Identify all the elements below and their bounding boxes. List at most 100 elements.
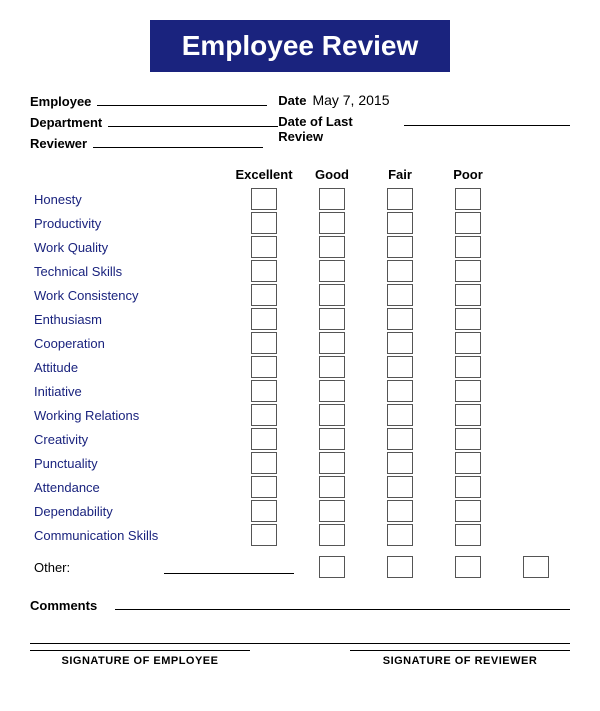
work-consistency-poor-checkbox[interactable] (455, 284, 481, 306)
attendance-poor-cell (434, 476, 502, 498)
honesty-fair-checkbox[interactable] (387, 188, 413, 210)
department-input[interactable] (108, 113, 278, 127)
initiative-excellent-checkbox[interactable] (251, 380, 277, 402)
creativity-fair-checkbox[interactable] (387, 428, 413, 450)
attitude-fair-checkbox[interactable] (387, 356, 413, 378)
attitude-good-cell (298, 356, 366, 378)
other-fair-checkbox[interactable] (455, 556, 481, 578)
initiative-excellent-cell (230, 380, 298, 402)
table-row: Creativity (30, 428, 570, 450)
communication-skills-poor-checkbox[interactable] (455, 524, 481, 546)
other-input[interactable] (164, 560, 294, 574)
productivity-poor-checkbox[interactable] (455, 212, 481, 234)
work-consistency-excellent-checkbox[interactable] (251, 284, 277, 306)
punctuality-excellent-cell (230, 452, 298, 474)
cooperation-poor-checkbox[interactable] (455, 332, 481, 354)
col-good: Good (298, 167, 366, 182)
working-relations-fair-checkbox[interactable] (387, 404, 413, 426)
row-label: Creativity (30, 432, 230, 447)
punctuality-fair-checkbox[interactable] (387, 452, 413, 474)
working-relations-excellent-cell (230, 404, 298, 426)
dependability-good-checkbox[interactable] (319, 500, 345, 522)
signatures: SIGNATURE OF EMPLOYEE SIGNATURE OF REVIE… (30, 643, 570, 667)
work-quality-poor-cell (434, 236, 502, 258)
last-review-input[interactable] (404, 112, 570, 126)
work-consistency-good-checkbox[interactable] (319, 284, 345, 306)
productivity-excellent-checkbox[interactable] (251, 212, 277, 234)
enthusiasm-poor-checkbox[interactable] (455, 308, 481, 330)
attendance-fair-cell (366, 476, 434, 498)
productivity-good-checkbox[interactable] (319, 212, 345, 234)
technical-skills-poor-checkbox[interactable] (455, 260, 481, 282)
table-row: Technical Skills (30, 260, 570, 282)
productivity-fair-checkbox[interactable] (387, 212, 413, 234)
reviewer-input[interactable] (93, 134, 263, 148)
enthusiasm-fair-checkbox[interactable] (387, 308, 413, 330)
other-good-checkbox[interactable] (387, 556, 413, 578)
row-label: Attitude (30, 360, 230, 375)
technical-skills-good-checkbox[interactable] (319, 260, 345, 282)
dependability-fair-cell (366, 500, 434, 522)
other-fair-cell (434, 556, 502, 578)
honesty-poor-checkbox[interactable] (455, 188, 481, 210)
work-consistency-excellent-cell (230, 284, 298, 306)
other-poor-checkbox[interactable] (523, 556, 549, 578)
honesty-excellent-checkbox[interactable] (251, 188, 277, 210)
enthusiasm-good-checkbox[interactable] (319, 308, 345, 330)
dependability-fair-checkbox[interactable] (387, 500, 413, 522)
page-title: Employee Review (150, 20, 450, 72)
punctuality-poor-checkbox[interactable] (455, 452, 481, 474)
initiative-fair-checkbox[interactable] (387, 380, 413, 402)
work-quality-excellent-cell (230, 236, 298, 258)
enthusiasm-excellent-checkbox[interactable] (251, 308, 277, 330)
other-excellent-checkbox[interactable] (319, 556, 345, 578)
attendance-fair-checkbox[interactable] (387, 476, 413, 498)
technical-skills-fair-checkbox[interactable] (387, 260, 413, 282)
cooperation-good-checkbox[interactable] (319, 332, 345, 354)
communication-skills-fair-checkbox[interactable] (387, 524, 413, 546)
comments-input[interactable] (115, 596, 570, 610)
communication-skills-good-checkbox[interactable] (319, 524, 345, 546)
work-quality-fair-checkbox[interactable] (387, 236, 413, 258)
punctuality-good-checkbox[interactable] (319, 452, 345, 474)
honesty-good-cell (298, 188, 366, 210)
cooperation-poor-cell (434, 332, 502, 354)
punctuality-excellent-checkbox[interactable] (251, 452, 277, 474)
date-field: Date May 7, 2015 (278, 92, 389, 108)
work-quality-good-checkbox[interactable] (319, 236, 345, 258)
attendance-poor-checkbox[interactable] (455, 476, 481, 498)
attitude-poor-checkbox[interactable] (455, 356, 481, 378)
creativity-poor-checkbox[interactable] (455, 428, 481, 450)
creativity-excellent-checkbox[interactable] (251, 428, 277, 450)
communication-skills-excellent-checkbox[interactable] (251, 524, 277, 546)
creativity-good-checkbox[interactable] (319, 428, 345, 450)
cooperation-fair-checkbox[interactable] (387, 332, 413, 354)
attendance-good-checkbox[interactable] (319, 476, 345, 498)
work-quality-excellent-checkbox[interactable] (251, 236, 277, 258)
dependability-poor-cell (434, 500, 502, 522)
productivity-excellent-cell (230, 212, 298, 234)
attendance-excellent-checkbox[interactable] (251, 476, 277, 498)
work-consistency-fair-checkbox[interactable] (387, 284, 413, 306)
initiative-good-checkbox[interactable] (319, 380, 345, 402)
working-relations-poor-checkbox[interactable] (455, 404, 481, 426)
technical-skills-fair-cell (366, 260, 434, 282)
work-quality-poor-checkbox[interactable] (455, 236, 481, 258)
creativity-good-cell (298, 428, 366, 450)
initiative-poor-checkbox[interactable] (455, 380, 481, 402)
attitude-excellent-checkbox[interactable] (251, 356, 277, 378)
attitude-good-checkbox[interactable] (319, 356, 345, 378)
table-row: Work Consistency (30, 284, 570, 306)
table-row: Initiative (30, 380, 570, 402)
honesty-good-checkbox[interactable] (319, 188, 345, 210)
cooperation-excellent-checkbox[interactable] (251, 332, 277, 354)
dependability-excellent-checkbox[interactable] (251, 500, 277, 522)
working-relations-good-checkbox[interactable] (319, 404, 345, 426)
row-label: Cooperation (30, 336, 230, 351)
department-label: Department (30, 115, 102, 130)
dependability-poor-checkbox[interactable] (455, 500, 481, 522)
date-label: Date (278, 93, 306, 108)
technical-skills-excellent-checkbox[interactable] (251, 260, 277, 282)
employee-input[interactable] (97, 92, 267, 106)
working-relations-excellent-checkbox[interactable] (251, 404, 277, 426)
